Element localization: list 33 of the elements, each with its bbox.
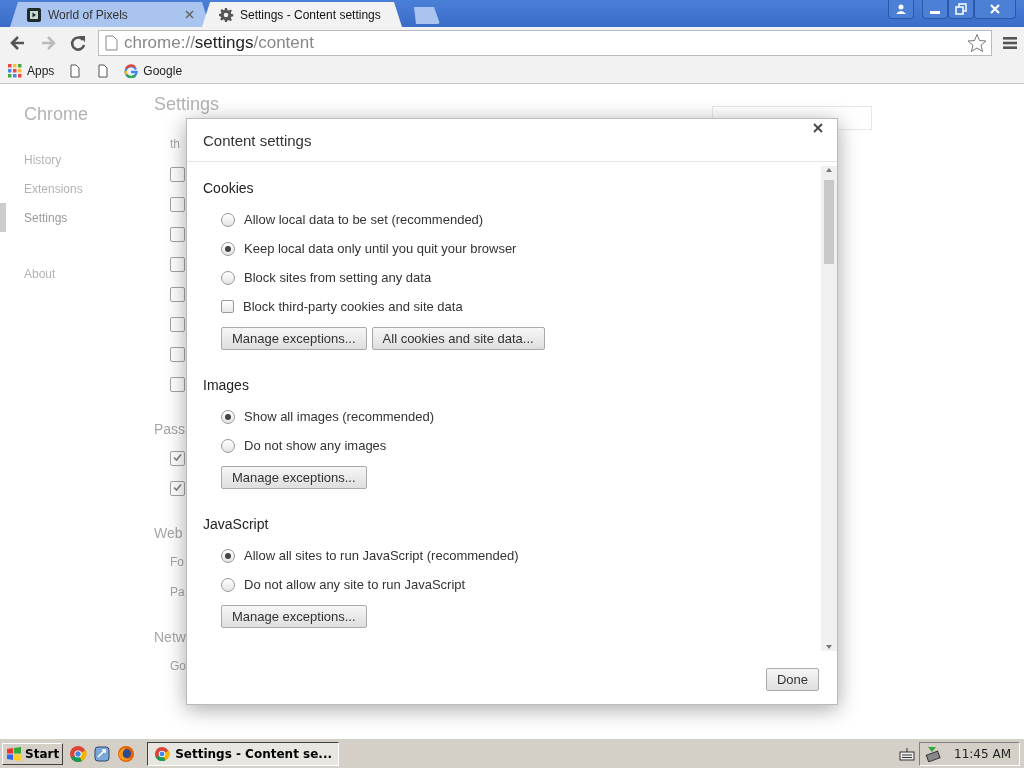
option-label: Do not allow any site to run JavaScript <box>244 577 466 592</box>
page-heading: Settings <box>154 94 221 115</box>
setting-text-fragment: Pa <box>170 585 185 599</box>
dialog-button[interactable]: Manage exceptions... <box>221 605 367 628</box>
bookmark-link[interactable]: Apps <box>27 63 55 78</box>
option-label: Keep local data only until you quit your browser <box>244 241 517 256</box>
dialog-button[interactable]: All cookies and site data... <box>371 327 545 350</box>
option-label: Do not show any images <box>244 438 387 453</box>
section-heading-fragment: Pass <box>154 421 186 437</box>
section-heading-fragment: Web <box>154 525 183 541</box>
setting-text-fragment: Go <box>170 659 186 673</box>
dialog-button[interactable]: Manage exceptions... <box>221 327 367 350</box>
browser-tab[interactable]: Settings - Content settings <box>202 2 402 27</box>
option-label: Show all images (recommended) <box>244 409 435 424</box>
option-label: Block third-party cookies and site data <box>243 299 463 314</box>
option-label: Allow local data to be set (recommended) <box>244 212 484 227</box>
clock: 11:45 AM <box>954 746 1011 761</box>
taskbar-window-button[interactable]: Settings - Content se... <box>147 741 339 766</box>
start-button[interactable]: Start <box>2 742 64 765</box>
bookmark-link[interactable]: Google <box>143 63 183 78</box>
done-button[interactable]: Done <box>765 668 819 691</box>
sidebar-title: Chrome <box>23 104 90 125</box>
section-heading: Images <box>203 376 249 393</box>
setting-text-fragment: Fo <box>170 555 184 569</box>
address-bar[interactable]: chrome://settings/content <box>98 29 992 56</box>
dialog-title: Content settings <box>203 131 312 149</box>
option-label: Allow all sites to run JavaScript (recommended) <box>244 548 519 563</box>
option-label: Block sites from setting any data <box>244 270 432 285</box>
dialog-button[interactable]: Manage exceptions... <box>221 466 367 489</box>
setting-text-fragment: th <box>170 137 180 151</box>
section-heading: Cookies <box>203 179 254 196</box>
section-heading-fragment: Netw <box>154 629 186 645</box>
section-heading: JavaScript <box>203 515 269 532</box>
